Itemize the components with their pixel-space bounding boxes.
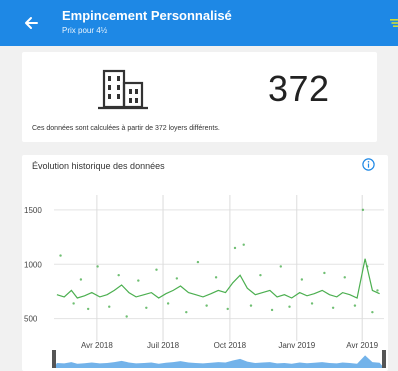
data-point xyxy=(361,208,365,212)
navigator-left-handle[interactable] xyxy=(52,350,56,368)
data-point xyxy=(331,306,335,309)
x-tick-label: Janv 2019 xyxy=(278,341,315,350)
rent-count-value: 372 xyxy=(268,68,330,109)
data-point xyxy=(205,304,208,307)
data-point xyxy=(242,243,245,246)
data-point xyxy=(137,279,140,282)
x-tick-label: Avr 2019 xyxy=(346,341,378,350)
data-point xyxy=(196,260,200,264)
data-point xyxy=(79,278,83,281)
data-point xyxy=(86,307,90,311)
x-tick-label: Oct 2018 xyxy=(214,341,247,350)
data-point xyxy=(259,273,262,277)
data-point xyxy=(175,277,179,280)
data-point xyxy=(72,302,75,305)
page-subtitle: Prix pour 4½ xyxy=(62,26,108,35)
page-title: Empincement Personnalisé xyxy=(62,8,232,23)
data-point xyxy=(125,315,128,318)
app-bar: Empincement Personnalisé Prix pour 4½ xyxy=(0,0,398,46)
data-point xyxy=(155,268,158,271)
history-chart[interactable]: 500 1000 1500 Avr 2018 Juil 2018 Oct 2018 Janv… xyxy=(22,155,388,371)
data-point xyxy=(226,307,229,311)
data-point xyxy=(300,278,304,281)
y-tick-label: 1000 xyxy=(24,260,42,269)
data-point xyxy=(376,289,379,292)
data-point xyxy=(59,254,62,257)
data-point xyxy=(117,273,120,277)
navigator-right-handle[interactable] xyxy=(382,350,386,368)
data-point xyxy=(108,305,111,308)
summary-card: 372 Ces données sont calculées à partir … xyxy=(22,52,377,142)
data-point xyxy=(288,305,291,308)
data-point xyxy=(371,310,374,314)
data-point xyxy=(310,302,314,305)
x-tick-label: Juil 2018 xyxy=(147,341,180,350)
count-description: Ces données sont calculées à partir de 3… xyxy=(32,125,220,132)
data-point xyxy=(249,304,253,307)
data-point xyxy=(166,302,170,305)
navigator-area xyxy=(54,355,384,368)
data-point xyxy=(270,308,274,312)
y-tick-label: 500 xyxy=(24,315,38,324)
back-arrow-icon[interactable] xyxy=(22,14,40,32)
data-point xyxy=(353,304,357,307)
building-icon xyxy=(98,69,148,110)
filter-icon[interactable] xyxy=(390,17,398,29)
data-point xyxy=(323,271,326,275)
data-point xyxy=(214,276,218,279)
history-chart-card: Évolution historique des données 500 1000… xyxy=(22,155,388,371)
data-point xyxy=(145,306,148,309)
data-point xyxy=(279,265,282,268)
data-point xyxy=(185,310,188,314)
data-point xyxy=(233,246,237,250)
y-tick-label: 1500 xyxy=(24,206,42,215)
x-tick-label: Avr 2018 xyxy=(81,341,113,350)
data-point xyxy=(343,276,346,279)
data-point xyxy=(96,265,99,268)
